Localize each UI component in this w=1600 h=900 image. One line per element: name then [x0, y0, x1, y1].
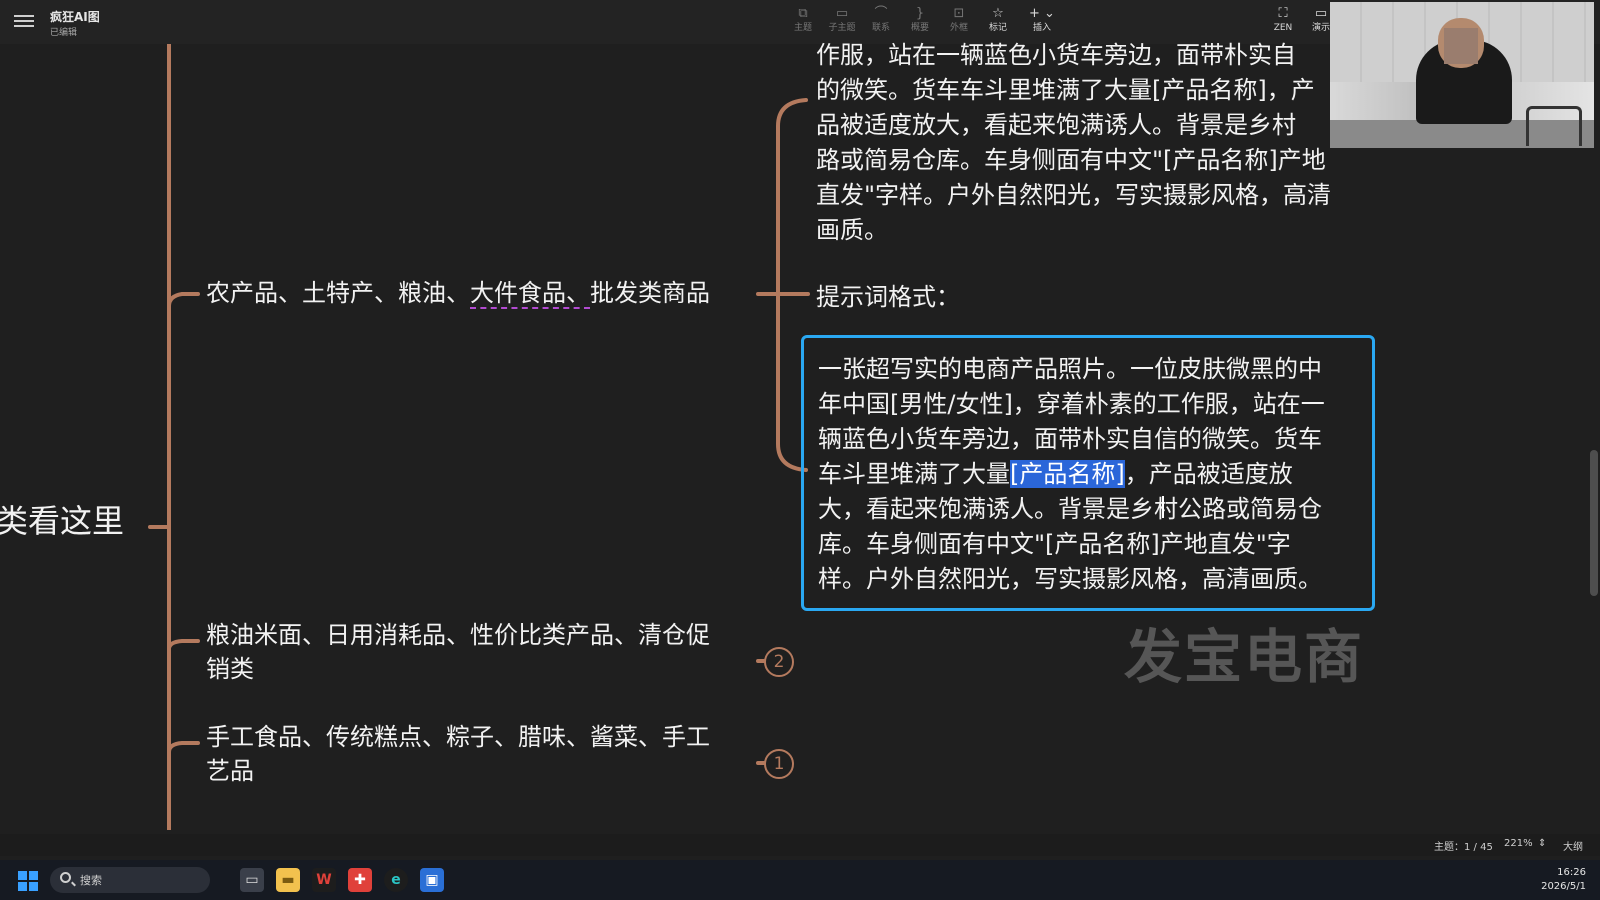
- note-line: 画质。: [816, 216, 888, 244]
- wps-office-icon[interactable]: W: [312, 868, 336, 892]
- hamburger-menu-icon[interactable]: [14, 12, 34, 30]
- child-upper-bracket: [776, 98, 808, 296]
- edit-line: 一张超写实的电商产品照片。一位皮肤微黑的中: [818, 355, 1322, 383]
- branch-2-connector: [167, 639, 200, 651]
- topic-line: 粮油米面、日用消耗品、性价比类产品、清仓促: [206, 621, 710, 649]
- topic-example-prompt[interactable]: 作服，站在一辆蓝色小货车旁边，面带朴实自 的微笑。货车车斗里堆满了大量[产品名称…: [816, 38, 1371, 248]
- document-title: 疯狂AI图: [50, 10, 100, 24]
- windows-taskbar: 搜索 ▭ ▬ W ✚ e ▣ 16:26 2026/5/1: [0, 860, 1600, 900]
- root-topic[interactable]: 类看这里: [0, 496, 124, 542]
- edit-text: ，产品被适度放: [1124, 460, 1293, 488]
- topic-grain-oil-daily[interactable]: 粮油米面、日用消耗品、性价比类产品、清仓促 销类: [206, 618, 766, 686]
- toolbar-boundary-button[interactable]: ⊡ 外框: [942, 6, 976, 38]
- toolbar-marker-label: 标记: [988, 23, 1007, 33]
- taskbar-clock[interactable]: 16:26 2026/5/1: [1541, 866, 1586, 894]
- text-cursor-icon: [1162, 496, 1164, 518]
- search-placeholder: 搜索: [80, 874, 102, 887]
- fullscreen-icon: ⛶: [1278, 6, 1288, 21]
- edit-line: 大，看起来饱满诱人。背景是乡村公路或简易仓: [818, 495, 1322, 523]
- edit-line: 样。户外自然阳光，写实摄影风格，高清画质。: [818, 565, 1322, 593]
- toolbar-zen-label: ZEN: [1273, 23, 1293, 33]
- toolbar-summary-button[interactable]: } 概要: [903, 6, 937, 38]
- boundary-icon: ⊡: [953, 6, 965, 21]
- webcam-overlay: [1330, 2, 1594, 148]
- zoom-stepper-icon[interactable]: ⇕: [1538, 838, 1546, 849]
- subtopic-icon: ▭: [835, 6, 849, 21]
- mindmap-app-icon[interactable]: ✚: [348, 868, 372, 892]
- webcam-chair: [1526, 106, 1582, 146]
- topic-line: 艺品: [206, 757, 254, 785]
- windows-start-icon[interactable]: [18, 871, 38, 891]
- topic-agricultural-products[interactable]: 农产品、土特产、粮油、大件食品、批发类商品: [206, 276, 710, 310]
- topic-icon: ⧉: [798, 6, 808, 21]
- toolbar-subtopic-button[interactable]: ▭ 子主题: [825, 6, 859, 38]
- status-bar: 主题：1 / 45 221% ⇕ 大纲: [0, 834, 1600, 856]
- file-explorer-icon[interactable]: ▬: [276, 868, 300, 892]
- plus-icon: + ⌄: [1029, 6, 1055, 21]
- toolbar-boundary-label: 外框: [949, 23, 968, 33]
- taskbar-search-box[interactable]: 搜索: [50, 867, 210, 893]
- toolbar-marker-button[interactable]: ☆ 标记: [981, 6, 1015, 38]
- branch-3-connector: [167, 741, 200, 754]
- edit-line: 库。车身侧面有中文"[产品名称]产地直发"字: [818, 530, 1291, 558]
- mindmap-canvas[interactable]: 类看这里 农产品、土特产、粮油、大件食品、批发类商品 粮油米面、日用消耗品、性价…: [0, 41, 1598, 874]
- relation-icon: ⌒: [874, 6, 888, 21]
- edge-browser-icon[interactable]: e: [384, 868, 408, 892]
- toolbar-relation-button[interactable]: ⌒ 联系: [864, 6, 898, 38]
- summary-icon: }: [915, 6, 925, 21]
- webcam-face-blur: [1444, 28, 1478, 64]
- topic-prompt-format-label[interactable]: 提示词格式：: [816, 280, 960, 314]
- document-status: 已编辑: [50, 28, 78, 38]
- watermark-logo: 发宝电商: [1124, 623, 1365, 691]
- toolbar-topic-button[interactable]: ⧉ 主题: [786, 6, 820, 38]
- collapse-count-badge[interactable]: 1: [764, 749, 794, 779]
- topic-editing-textbox[interactable]: 一张超写实的电商产品照片。一位皮肤微黑的中 年中国[男性/女性]，穿着朴素的工作…: [801, 335, 1375, 611]
- toolbar-zen-button[interactable]: ⛶ ZEN: [1266, 6, 1300, 38]
- selected-text: [产品名称]: [1010, 460, 1125, 488]
- vertical-scrollbar[interactable]: [1590, 450, 1598, 596]
- outline-toggle[interactable]: 大纲: [1563, 838, 1583, 853]
- toolbar-summary-label: 概要: [910, 23, 929, 33]
- task-view-icon[interactable]: ▭: [240, 868, 264, 892]
- topic-handmade-food[interactable]: 手工食品、传统糕点、粽子、腊味、酱菜、手工 艺品: [206, 720, 766, 788]
- topic-text-part: 农产品、土特产、粮油、: [206, 279, 470, 307]
- collapse-count-badge[interactable]: 2: [764, 647, 794, 677]
- branch-1-connector: [167, 292, 200, 308]
- topic-count: 主题：1 / 45: [1434, 842, 1493, 853]
- toolbar-topic-label: 主题: [793, 23, 812, 33]
- note-line: 路或简易仓库。车身侧面有中文"[产品名称]产地: [816, 146, 1326, 174]
- topic-line: 销类: [206, 655, 254, 683]
- toolbar-insert-label: 插入: [1032, 23, 1051, 33]
- toolbar-relation-label: 联系: [871, 23, 890, 33]
- note-line: 直发"字样。户外自然阳光，写实摄影风格，高清: [816, 181, 1332, 209]
- toolbar-insert-button[interactable]: + ⌄ 插入: [1022, 6, 1062, 38]
- zoom-level[interactable]: 221%: [1504, 838, 1533, 849]
- toolbar-subtopic-label: 子主题: [828, 23, 856, 33]
- note-line: 作服，站在一辆蓝色小货车旁边，面带朴实自: [816, 41, 1296, 69]
- edit-text: 车斗里堆满了大量: [818, 460, 1010, 488]
- note-line: 品被适度放大，看起来饱满诱人。背景是乡村: [816, 111, 1296, 139]
- edit-line: 年中国[男性/女性]，穿着朴素的工作服，站在一: [818, 390, 1325, 418]
- edit-line: 车斗里堆满了大量[产品名称]，产品被适度放: [818, 457, 1358, 492]
- note-line: 的微笑。货车车斗里堆满了大量[产品名称]，产: [816, 76, 1315, 104]
- clock-date: 2026/5/1: [1541, 881, 1586, 892]
- topic-text-underlined: 大件食品、: [470, 279, 590, 309]
- desktop-app-icon[interactable]: ▣: [420, 868, 444, 892]
- clock-time: 16:26: [1557, 867, 1586, 878]
- edit-line: 辆蓝色小货车旁边，面带朴实自信的微笑。货车: [818, 425, 1322, 453]
- topic-text-part: 批发类商品: [590, 279, 710, 307]
- search-icon: [60, 872, 71, 883]
- topic-line: 手工食品、传统糕点、粽子、腊味、酱菜、手工: [206, 723, 710, 751]
- star-icon: ☆: [992, 6, 1004, 21]
